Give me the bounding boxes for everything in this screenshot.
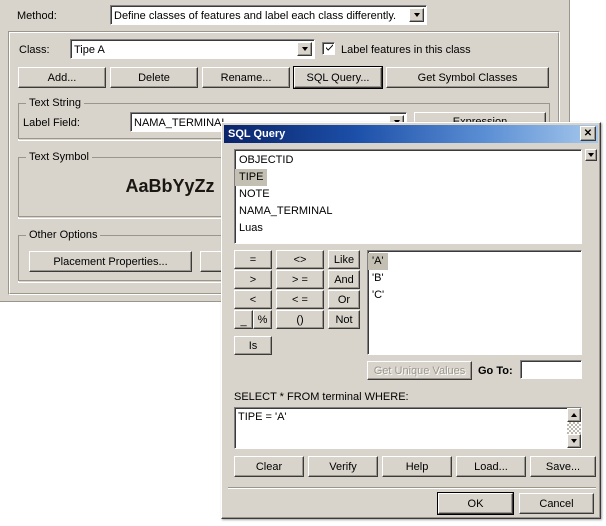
scroll-up-arrow-icon[interactable]: [567, 408, 581, 422]
value-list-item[interactable]: 'C': [368, 289, 384, 301]
get-unique-values-button[interactable]: Get Unique Values: [367, 361, 472, 380]
op-equals-button[interactable]: =: [234, 250, 272, 269]
save-button[interactable]: Save...: [530, 456, 596, 477]
query-textarea[interactable]: TIPE = 'A': [234, 407, 582, 449]
field-list-item[interactable]: OBJECTID: [235, 154, 293, 166]
load-button[interactable]: Load...: [456, 456, 526, 477]
delete-button[interactable]: Delete: [110, 67, 198, 88]
label-features-checkbox-label: Label features in this class: [341, 44, 471, 56]
method-label: Method:: [17, 10, 57, 22]
text-string-group-title: Text String: [26, 97, 84, 109]
query-textarea-value: TIPE = 'A': [238, 411, 287, 423]
value-list-item[interactable]: 'A': [368, 253, 388, 270]
sql-query-dialog: SQL Query ✕ OBJECTID TIPE NOTE NAMA_TERM…: [221, 122, 601, 519]
checkmark-icon: [326, 44, 333, 51]
close-icon[interactable]: ✕: [580, 126, 596, 141]
other-options-group-title: Other Options: [26, 229, 101, 241]
value-list-item[interactable]: 'B': [368, 272, 384, 284]
ok-button[interactable]: OK: [437, 492, 514, 515]
op-greater-button[interactable]: >: [234, 270, 272, 289]
op-like-button[interactable]: Like: [328, 250, 360, 269]
get-symbol-classes-button[interactable]: Get Symbol Classes: [386, 67, 549, 88]
op-parens-button[interactable]: (): [276, 310, 324, 329]
go-to-input[interactable]: [520, 360, 582, 379]
chevron-down-icon[interactable]: [297, 42, 312, 56]
chevron-down-icon[interactable]: [409, 8, 424, 22]
cancel-button[interactable]: Cancel: [519, 493, 594, 514]
unique-values-list[interactable]: 'A' 'B' 'C': [367, 250, 582, 355]
op-less-button[interactable]: <: [234, 290, 272, 309]
op-not-button[interactable]: Not: [328, 310, 360, 329]
sql-query-titlebar[interactable]: SQL Query ✕: [224, 125, 598, 143]
field-list-scroll-button[interactable]: [585, 149, 597, 161]
class-label: Class:: [19, 44, 50, 56]
go-to-label: Go To:: [478, 365, 513, 377]
class-combobox-value: Tipe A: [74, 44, 105, 56]
op-and-button[interactable]: And: [328, 270, 360, 289]
scroll-down-arrow-icon[interactable]: [567, 434, 581, 448]
method-combobox-value: Define classes of features and label eac…: [114, 10, 397, 22]
op-percent-button[interactable]: %: [253, 310, 272, 329]
label-features-checkbox[interactable]: [322, 42, 335, 55]
clear-button[interactable]: Clear: [234, 456, 304, 477]
query-textarea-scrollbar[interactable]: [567, 408, 581, 448]
select-statement-label: SELECT * FROM terminal WHERE:: [234, 391, 409, 403]
op-greater-equals-button[interactable]: > =: [276, 270, 324, 289]
op-is-button[interactable]: Is: [234, 336, 272, 355]
verify-button[interactable]: Verify: [308, 456, 378, 477]
method-combobox[interactable]: Define classes of features and label eac…: [110, 5, 427, 25]
op-or-button[interactable]: Or: [328, 290, 360, 309]
field-list-item[interactable]: NAMA_TERMINAL: [235, 205, 333, 217]
label-field-label: Label Field:: [23, 117, 80, 129]
sql-query-title: SQL Query: [228, 128, 286, 140]
op-less-equals-button[interactable]: < =: [276, 290, 324, 309]
placement-properties-button[interactable]: Placement Properties...: [29, 251, 192, 272]
field-list-item[interactable]: TIPE: [235, 169, 268, 186]
text-symbol-group-title: Text Symbol: [26, 151, 92, 163]
field-list-item[interactable]: NOTE: [235, 188, 270, 200]
help-button[interactable]: Help: [382, 456, 452, 477]
field-list[interactable]: OBJECTID TIPE NOTE NAMA_TERMINAL Luas: [234, 149, 582, 244]
label-field-value: NAMA_TERMINAL: [134, 117, 228, 129]
rename-button[interactable]: Rename...: [202, 67, 290, 88]
divider: [228, 487, 596, 489]
op-underscore-button[interactable]: _: [234, 310, 253, 329]
add-button[interactable]: Add...: [18, 67, 106, 88]
op-not-equals-button[interactable]: <>: [276, 250, 324, 269]
field-list-item[interactable]: Luas: [235, 222, 263, 234]
sql-query-button[interactable]: SQL Query...: [293, 66, 383, 89]
class-combobox[interactable]: Tipe A: [70, 39, 315, 59]
